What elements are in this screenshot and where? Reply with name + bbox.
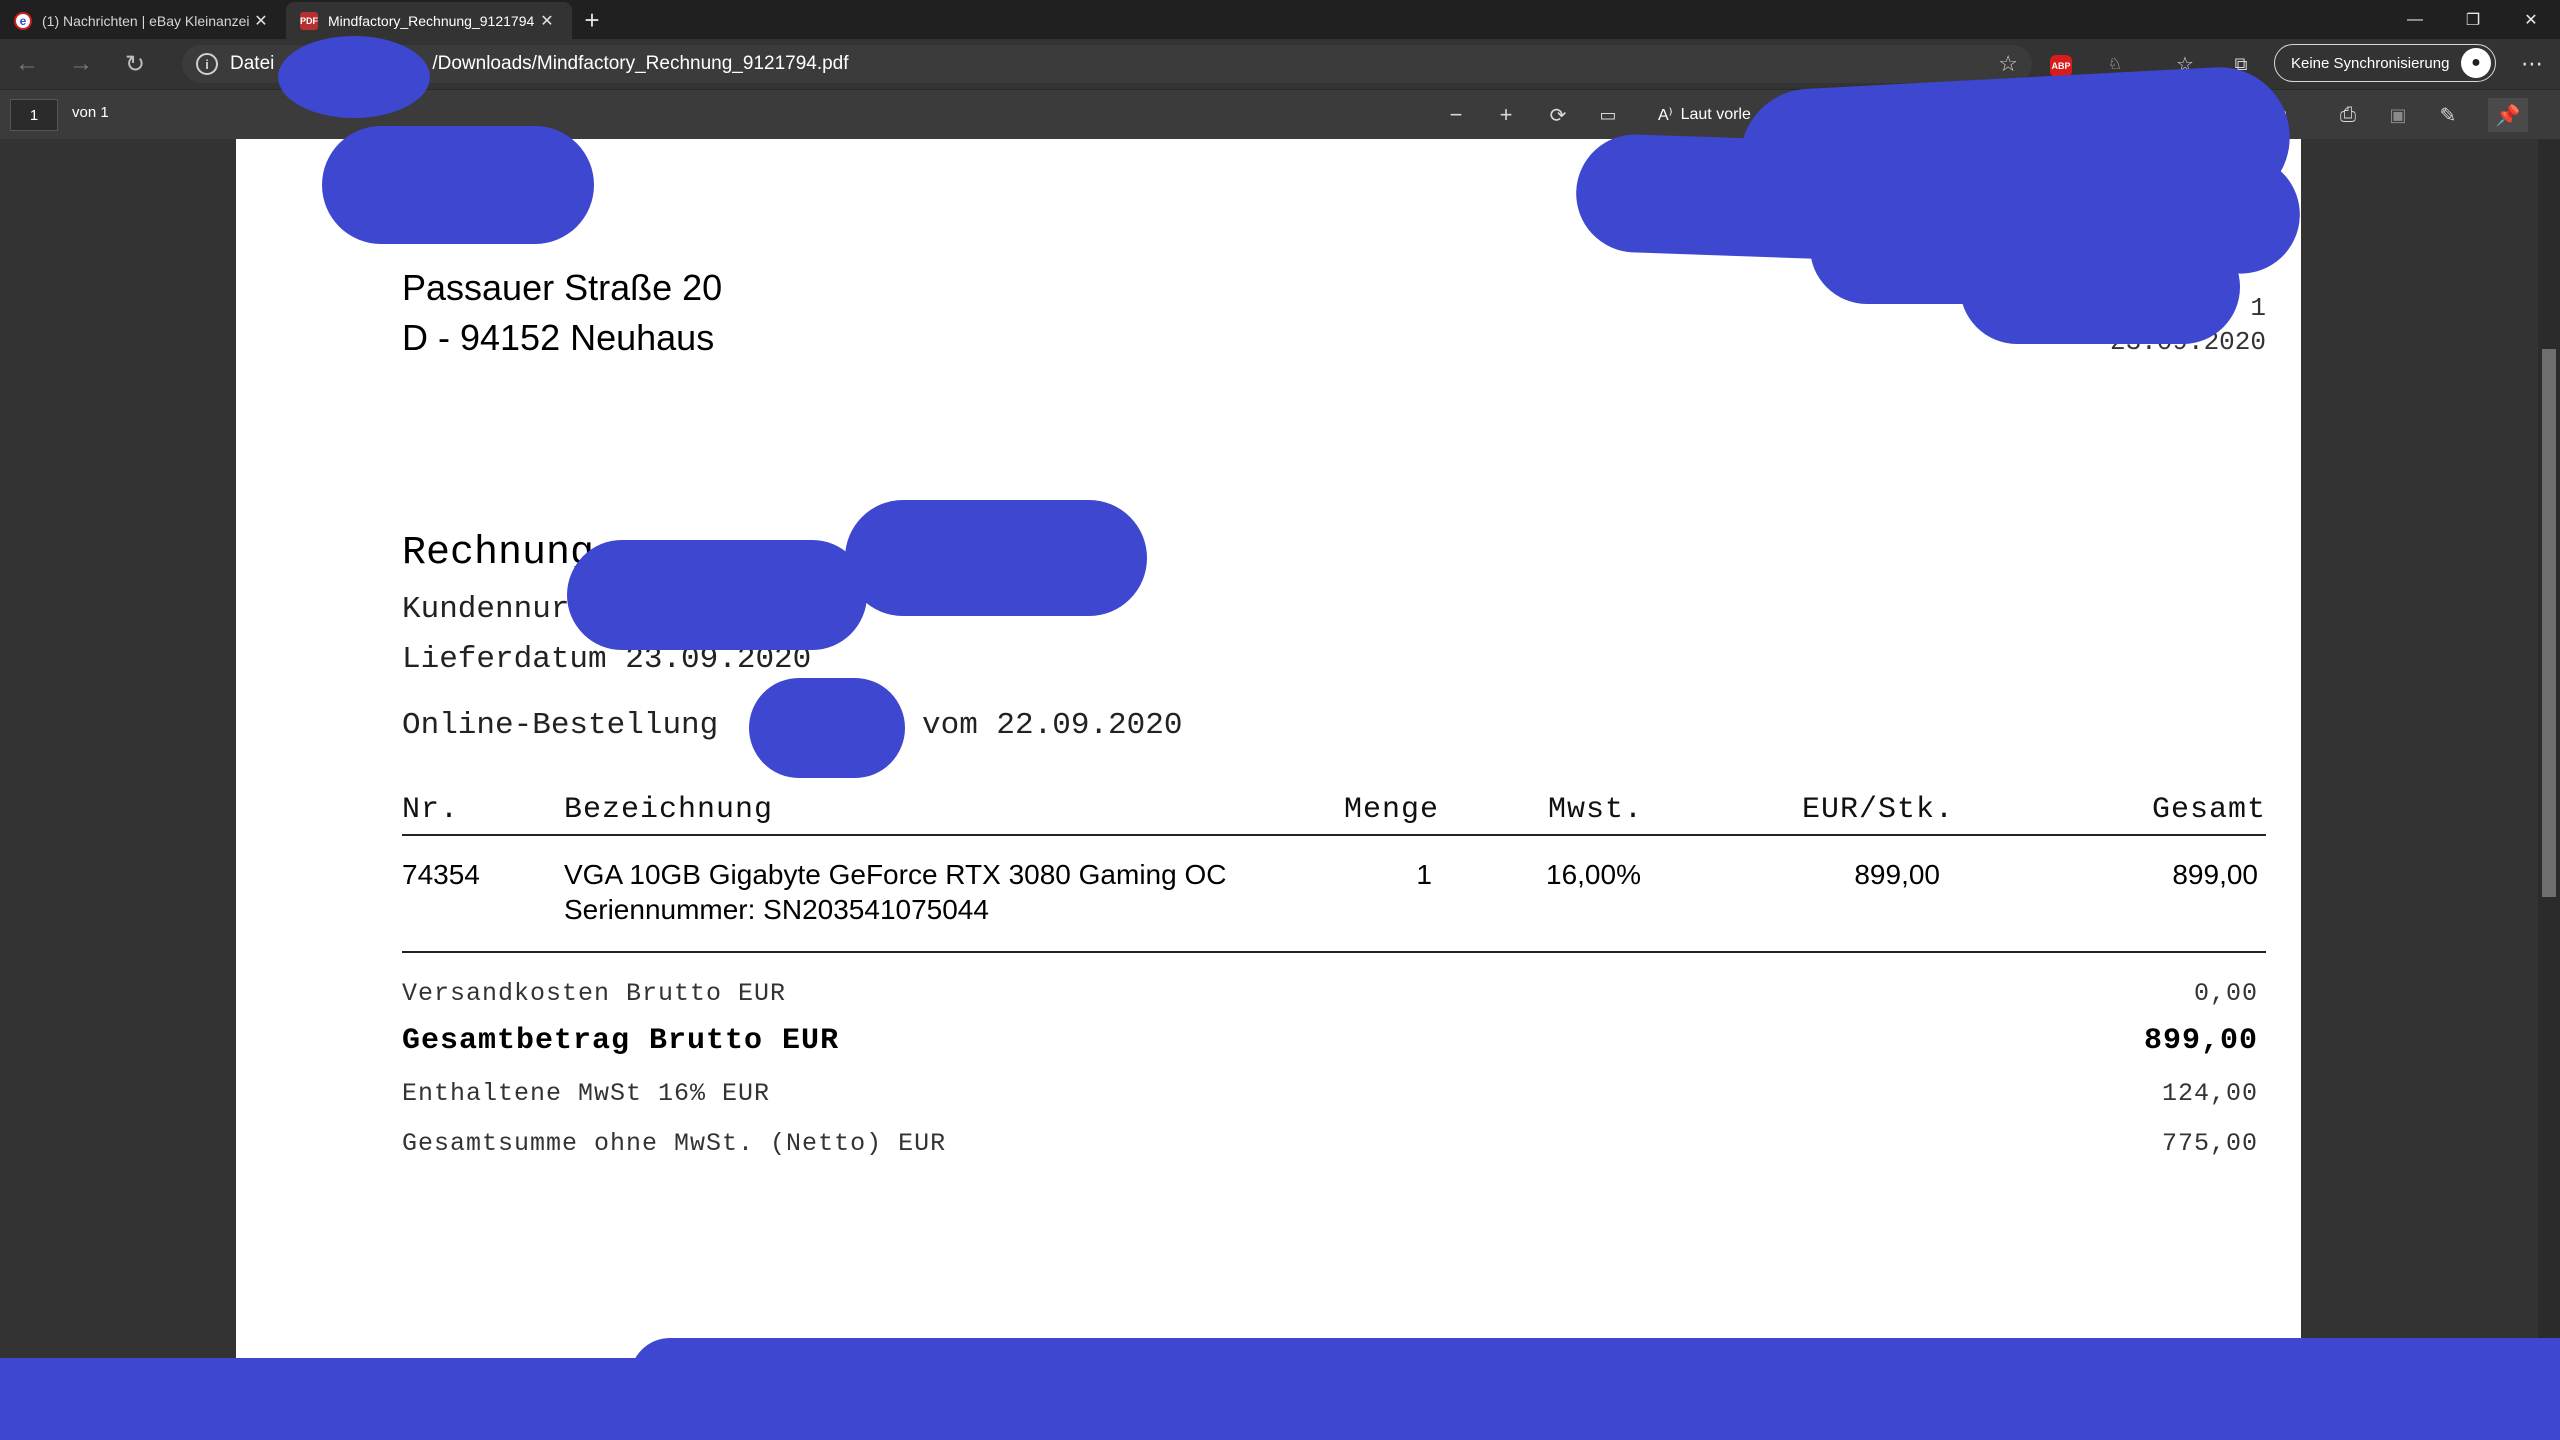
redaction-mark: [567, 540, 867, 650]
gross-total-label: Gesamtbetrag Brutto EUR: [402, 1024, 840, 1058]
invoice-title: Rechnung: [402, 531, 595, 576]
vertical-scrollbar[interactable]: [2538, 139, 2560, 1440]
row-total: 899,00: [2172, 859, 2258, 890]
tab-ebay[interactable]: e (1) Nachrichten | eBay Kleinanzei ✕: [0, 2, 286, 39]
window-controls: — ❐ ✕: [2386, 0, 2560, 39]
order-date: vom 22.09.2020: [922, 708, 1183, 743]
page-count: von 1: [72, 104, 109, 121]
vat-included-label: Enthaltene MwSt 16% EUR: [402, 1079, 771, 1108]
read-aloud-icon: A⁾: [1658, 107, 1673, 124]
ebay-favicon-icon: e: [14, 11, 32, 30]
sync-label: Keine Synchronisierung: [2291, 54, 2450, 72]
tab-strip: e (1) Nachrichten | eBay Kleinanzei ✕ PD…: [0, 0, 2560, 39]
tab-pdf[interactable]: PDF Mindfactory_Rechnung_9121794 ✕: [286, 2, 572, 39]
row-unit-price: 899,00: [1854, 859, 1940, 890]
sync-button[interactable]: Keine Synchronisierung ●: [2274, 44, 2496, 82]
rotate-icon[interactable]: ⟳: [1538, 98, 1578, 132]
shipping-label: Versandkosten Brutto EUR: [402, 979, 787, 1008]
redaction-mark: [630, 1338, 2560, 1408]
minimize-icon[interactable]: —: [2386, 0, 2444, 39]
redaction-mark: [1960, 230, 2240, 344]
forward-arrow-icon[interactable]: →: [54, 44, 108, 84]
customer-number-label: Kundennur: [402, 592, 570, 627]
shipping-value: 0,00: [2193, 979, 2258, 1008]
vat-included-value: 124,00: [2161, 1079, 2258, 1108]
tab-close-icon[interactable]: ✕: [536, 11, 558, 31]
pin-toolbar-icon[interactable]: 📌: [2488, 98, 2528, 132]
row-quantity: 1: [1416, 859, 1432, 890]
col-header-quantity: Menge: [1344, 793, 1440, 827]
redaction-mark: [322, 126, 594, 244]
refresh-icon[interactable]: ↻: [108, 44, 162, 84]
zoom-in-icon[interactable]: +: [1486, 98, 1526, 132]
redaction-mark: [749, 678, 905, 778]
more-menu-icon[interactable]: ⋯: [2512, 47, 2552, 81]
save-icon[interactable]: ▣: [2378, 98, 2418, 132]
col-header-description: Bezeichnung: [564, 793, 774, 827]
profile-avatar-icon: ●: [2461, 48, 2491, 78]
zoom-out-icon[interactable]: −: [1436, 98, 1476, 132]
fit-page-icon[interactable]: ▭: [1588, 98, 1628, 132]
table-bottom-divider: [402, 951, 2266, 953]
address-line-1: Passauer Straße 20: [402, 267, 723, 308]
order-label: Online-Bestellung: [402, 708, 719, 743]
tab-title: (1) Nachrichten | eBay Kleinanzei: [42, 12, 250, 29]
scrollbar-thumb[interactable]: [2542, 349, 2556, 897]
table-header-divider: [402, 834, 2266, 836]
row-description: VGA 10GB Gigabyte GeForce RTX 3080 Gamin…: [564, 859, 1227, 890]
save-as-icon[interactable]: ✎: [2428, 98, 2468, 132]
address-path: /Downloads/Mindfactory_Rechnung_9121794.…: [432, 53, 849, 74]
page-number-input[interactable]: 1: [10, 99, 58, 131]
col-header-unit-price: EUR/Stk.: [1801, 793, 1954, 827]
address-bar[interactable]: i Datei /Downloads/Mindfactory_Rechnung_…: [182, 45, 2032, 83]
pdf-favicon-icon: PDF: [300, 11, 318, 30]
tab-title: Mindfactory_Rechnung_9121794: [328, 12, 535, 29]
col-header-nr: Nr.: [402, 793, 460, 827]
address-line-2: D - 94152 Neuhaus: [402, 317, 715, 358]
redaction-mark: [278, 36, 430, 118]
close-window-icon[interactable]: ✕: [2502, 0, 2560, 39]
new-tab-button[interactable]: +: [572, 2, 612, 39]
row-item-number: 74354: [402, 859, 480, 890]
col-header-total: Gesamt: [2151, 793, 2266, 827]
row-serial-number: Seriennummer: SN203541075044: [564, 894, 989, 925]
col-header-vat: Mwst.: [1548, 793, 1644, 827]
tab-close-icon[interactable]: ✕: [250, 11, 272, 31]
adblock-icon: ABP: [2050, 55, 2072, 77]
gross-total-value: 899,00: [2143, 1024, 2258, 1058]
info-icon[interactable]: i: [196, 53, 218, 75]
back-arrow-icon[interactable]: ←: [0, 44, 54, 84]
address-scheme: Datei: [230, 53, 275, 74]
row-vat: 16,00%: [1546, 859, 1641, 890]
print-icon[interactable]: ⎙: [2328, 98, 2368, 132]
restore-icon[interactable]: ❐: [2444, 0, 2502, 39]
favorite-star-icon[interactable]: ☆: [1998, 51, 2018, 77]
net-total-label: Gesamtsumme ohne MwSt. (Netto) EUR: [402, 1129, 947, 1158]
net-total-value: 775,00: [2161, 1129, 2258, 1158]
redaction-mark: [845, 500, 1147, 616]
read-aloud-label: Laut vorle: [1680, 106, 1751, 123]
read-aloud-button[interactable]: A⁾ Laut vorle: [1658, 98, 1751, 132]
